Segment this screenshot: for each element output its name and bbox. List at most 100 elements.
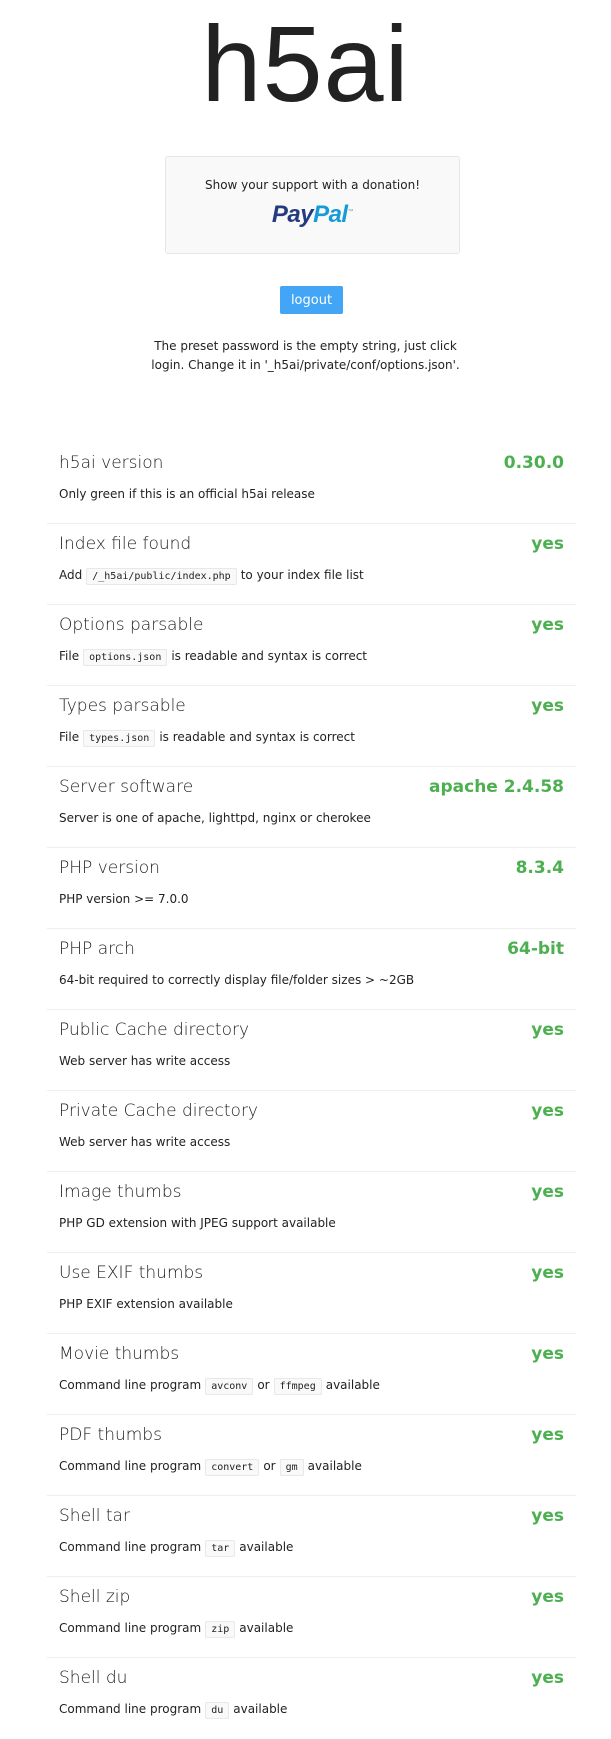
status-value: apache 2.4.58 [429,777,564,797]
description-text: available [233,1702,288,1716]
status-value: yes [531,1425,564,1445]
status-description: File types.json is readable and syntax is … [59,730,355,747]
status-title: Image thumbs [59,1182,182,1202]
status-title: Server software [59,777,194,797]
paypal-logo-pal: Pal [313,201,348,228]
status-row: PDF thumbs yes Command line program convert… [47,1415,576,1496]
status-row: h5ai version 0.30.0 Only green if this is … [47,443,576,524]
status-title: PHP arch [59,939,135,959]
logout-button[interactable]: logout [280,286,343,314]
code-snippet: du [205,1702,230,1719]
paypal-logo-pay: Pay [271,201,314,228]
code-snippet: ffmpeg [273,1378,322,1395]
status-description: File options.json is readable and syntax i… [59,649,368,666]
status-value: yes [531,534,564,554]
donation-box: Show your support with a donation! PayPa… [165,156,460,254]
status-row: Shell du yes Command line program du availab… [47,1658,576,1739]
description-text: Command line program [59,1702,202,1716]
status-description: Command line program zip available [59,1621,294,1638]
status-value: yes [531,1182,564,1202]
description-text: is readable and syntax is correct [171,649,368,663]
code-snippet: zip [205,1621,236,1638]
status-title: h5ai version [59,453,164,473]
status-description: Command line program convert or gm available [59,1459,362,1476]
status-value: yes [531,1263,564,1283]
description-text: PHP version >= 7.0.0 [59,892,189,906]
status-value: 64-bit [507,939,564,959]
donation-message: Show your support with a donation! [204,178,421,192]
status-value: yes [531,696,564,716]
description-text: Command line program [59,1540,202,1554]
status-row: Use EXIF thumbs yes PHP EXIF extension ava… [47,1253,576,1334]
description-text: is readable and syntax is correct [159,730,355,744]
status-title: Public Cache directory [59,1020,250,1040]
status-row: Index file found yes Add/_h5ai/public/inde… [47,524,576,605]
description-text: to your index file list [240,568,364,582]
status-row: PHP arch 64-bit 64-bit required to correct… [47,929,576,1010]
status-description: Only green if this is an official h5ai r… [59,487,315,501]
description-text: available [239,1540,294,1554]
description-text: Add [59,568,83,582]
paypal-logo-tm: ™ [347,209,354,215]
code-snippet: gm [279,1459,304,1476]
description-text: PHP EXIF extension available [59,1297,233,1311]
status-description: Web server has write access [59,1135,230,1149]
status-value: 0.30.0 [503,453,564,473]
status-row: Shell zip yes Command line program zip avail… [47,1577,576,1658]
status-row: Public Cache directory yes Web server has … [47,1010,576,1091]
status-value: yes [531,615,564,635]
status-row: Types parsable yes File types.json is readab… [47,686,576,767]
code-snippet: convert [205,1459,260,1476]
status-description: Command line program du available [59,1702,288,1719]
status-description: Web server has write access [59,1054,230,1068]
status-title: Types parsable [59,696,186,716]
description-text: available [307,1459,362,1473]
code-snippet: avconv [205,1378,254,1395]
status-value: yes [531,1020,564,1040]
code-snippet: tar [205,1540,236,1557]
description-text: Web server has write access [59,1054,231,1068]
description-text: Web server has write access [59,1135,231,1149]
description-text: or [257,1378,270,1392]
description-text: Server is one of apache, lighttpd, nginx… [59,811,371,825]
description-text: or [263,1459,276,1473]
description-text: Command line program [59,1378,202,1392]
status-value: yes [531,1344,564,1364]
status-value: yes [531,1668,564,1688]
description-text: PHP GD extension with JPEG support avail… [59,1216,336,1230]
status-title: Shell tar [59,1506,130,1526]
h5ai-logo: h5ai [201,3,410,124]
status-row: Shell tar yes Command line program tar avail… [47,1496,576,1577]
description-text: Only green if this is an official h5ai r… [59,487,315,501]
status-row: Private Cache directory yes Web server has… [47,1091,576,1172]
status-value: yes [531,1101,564,1121]
status-description: PHP GD extension with JPEG support avail… [59,1216,336,1230]
description-text: Command line program [59,1621,202,1635]
description-text: File [59,730,80,744]
status-title: Shell zip [59,1587,131,1607]
description-text: Command line program [59,1459,202,1473]
status-description: PHP EXIF extension available [59,1297,233,1311]
code-snippet: options.json [83,649,168,666]
paypal-logo[interactable]: PayPal™ [271,201,354,229]
status-title: PHP version [59,858,160,878]
code-snippet: /_h5ai/public/index.php [86,568,237,585]
status-list: h5ai version 0.30.0 Only green if this is … [47,443,576,1739]
status-title: Private Cache directory [59,1101,258,1121]
status-row: PHP version 8.3.4 PHP version >= 7.0.0 [47,848,576,929]
status-description: PHP version >= 7.0.0 [59,892,189,906]
status-description: Command line program tar available [59,1540,294,1557]
description-text: 64-bit required to correctly display fil… [59,973,415,987]
status-description: Server is one of apache, lighttpd, nginx… [59,811,371,825]
status-title: Use EXIF thumbs [59,1263,204,1283]
description-text: available [325,1378,380,1392]
status-description: Command line program avconv or ffmpeg availa… [59,1378,380,1395]
status-title: Shell du [59,1668,128,1688]
description-text: available [239,1621,294,1635]
description-text: File [59,649,80,663]
status-value: yes [531,1587,564,1607]
status-description: Add/_h5ai/public/index.php to your index … [59,568,364,585]
status-title: Movie thumbs [59,1344,180,1364]
status-description: 64-bit required to correctly display fil… [59,973,414,987]
status-title: PDF thumbs [59,1425,162,1445]
